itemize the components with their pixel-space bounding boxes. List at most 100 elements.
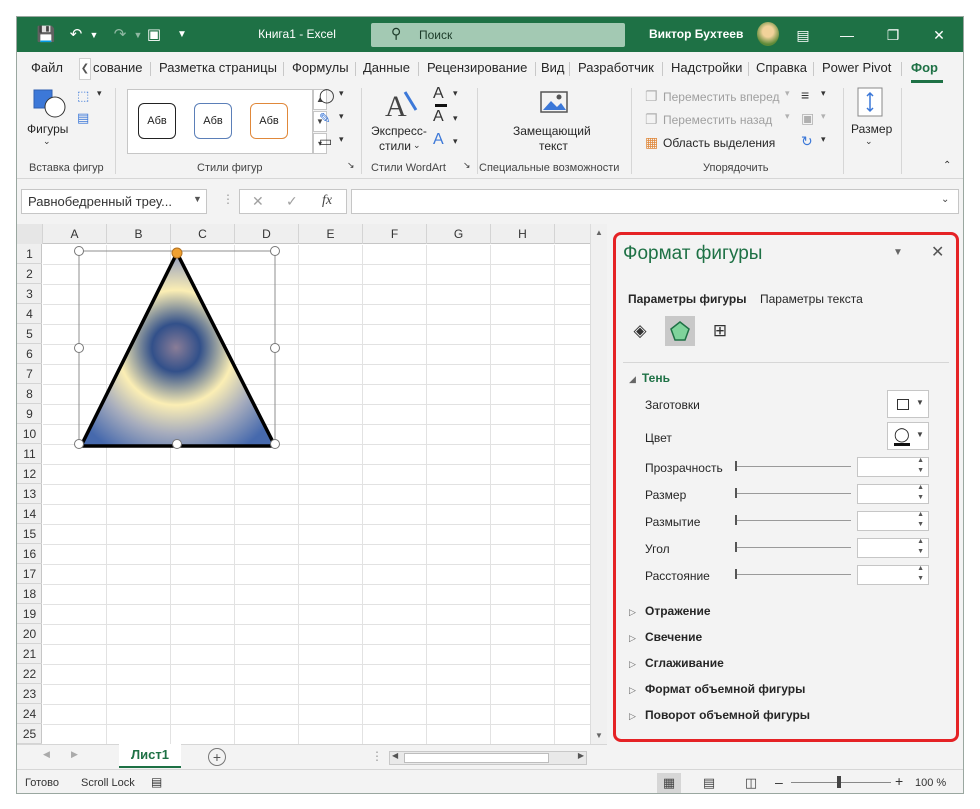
pane-options-icon[interactable]: ▼ <box>893 247 903 258</box>
bring-forward-label[interactable]: Переместить вперед <box>663 90 779 104</box>
column-header-c[interactable]: C <box>171 224 235 244</box>
row-header-18[interactable]: 18 <box>17 584 42 604</box>
shadow-section-header[interactable]: ◢ Тень <box>629 371 670 385</box>
fill-line-icon[interactable]: ◈ <box>625 316 655 346</box>
angle-input[interactable]: ▲ ▼ <box>857 538 929 558</box>
normal-view-icon[interactable]: ▦ <box>657 773 681 793</box>
row-header-20[interactable]: 20 <box>17 624 42 644</box>
row-header-13[interactable]: 13 <box>17 484 42 504</box>
horizontal-scrollbar[interactable]: ◀ ▶ <box>389 751 587 765</box>
undo-dropdown-icon[interactable]: ▼ <box>83 25 105 45</box>
scroll-up-icon[interactable]: ▲ <box>595 228 603 237</box>
column-header-a[interactable]: A <box>43 224 107 244</box>
section-3d-rotation[interactable]: ▷ Поворот объемной фигуры <box>629 708 810 722</box>
tab-data[interactable]: Данные <box>363 60 410 75</box>
row-header-22[interactable]: 22 <box>17 664 42 684</box>
row-header-3[interactable]: 3 <box>17 284 42 304</box>
size-label[interactable]: Размер <box>851 122 892 136</box>
section-soft-edges[interactable]: ▷ Сглаживание <box>629 656 724 670</box>
express-styles-label-2[interactable]: стили <box>379 139 411 153</box>
chevron-down-icon[interactable]: ▾ <box>785 88 790 99</box>
shape-outline-icon[interactable]: ✎ <box>319 110 331 127</box>
row-header-1[interactable]: 1 <box>17 244 42 264</box>
camera-icon[interactable]: ▣ <box>143 25 165 45</box>
dialog-launcher-icon[interactable]: ↘ <box>463 160 471 171</box>
dialog-launcher-icon[interactable]: ↘ <box>347 160 355 171</box>
transparency-input[interactable]: ▲ ▼ <box>857 457 929 477</box>
tab-power-pivot[interactable]: Power Pivot <box>822 60 891 75</box>
chevron-down-icon[interactable]: ▾ <box>453 113 458 124</box>
save-icon[interactable]: 💾 <box>35 25 57 45</box>
chevron-down-icon[interactable]: ▾ <box>821 134 826 145</box>
text-outline-icon[interactable]: A <box>433 108 444 126</box>
row-header-24[interactable]: 24 <box>17 704 42 724</box>
pane-close-icon[interactable]: ✕ <box>931 242 944 262</box>
search-box[interactable]: ⚲ Поиск <box>371 23 625 47</box>
chevron-down-icon[interactable]: ▾ <box>785 111 790 122</box>
selection-pane-label[interactable]: Область выделения <box>663 136 775 150</box>
row-header-6[interactable]: 6 <box>17 344 42 364</box>
formula-input[interactable] <box>351 189 959 214</box>
close-icon[interactable]: ✕ <box>929 25 949 45</box>
shape-fill-icon[interactable]: ◯ <box>319 87 335 104</box>
page-break-view-icon[interactable]: ◫ <box>739 773 763 793</box>
tab-draw[interactable]: сование <box>93 60 143 75</box>
express-styles-label-1[interactable]: Экспресс- <box>371 124 427 138</box>
row-header-16[interactable]: 16 <box>17 544 42 564</box>
wordart-icon[interactable]: A <box>383 88 419 122</box>
zoom-slider-knob[interactable] <box>837 776 841 788</box>
row-header-10[interactable]: 10 <box>17 424 42 444</box>
blur-slider[interactable] <box>735 520 851 521</box>
style-sample-1[interactable]: Абв <box>138 103 176 139</box>
row-header-4[interactable]: 4 <box>17 304 42 324</box>
enter-icon[interactable]: ✓ <box>286 193 298 210</box>
alt-text-label-1[interactable]: Замещающий <box>513 124 591 138</box>
tab-view[interactable]: Вид <box>541 60 565 75</box>
next-sheet-icon[interactable]: ▶ <box>71 749 78 760</box>
insert-function-icon[interactable]: fx <box>322 193 332 209</box>
scrollbar-thumb[interactable] <box>404 753 549 763</box>
column-header-h[interactable]: H <box>491 224 555 244</box>
transparency-slider[interactable] <box>735 466 851 467</box>
size-input[interactable]: ▲ ▼ <box>857 484 929 504</box>
tab-addins[interactable]: Надстройки <box>671 60 742 75</box>
transparency-slider-knob[interactable] <box>735 461 737 471</box>
chevron-down-icon[interactable]: ⌄ <box>865 136 873 147</box>
size-slider-knob[interactable] <box>735 488 737 498</box>
column-header-e[interactable]: E <box>299 224 363 244</box>
shape-effects-icon[interactable]: ▭ <box>319 133 332 150</box>
send-backward-label[interactable]: Переместить назад <box>663 113 772 127</box>
worksheet-grid[interactable]: ABCDEFGH 1 2 3 4 5 6 7 8 9 10 11 12 13 14 15 16 17 18 19 20… <box>17 224 607 744</box>
bring-forward-icon[interactable]: ❐ <box>645 88 658 105</box>
size-icon[interactable] <box>857 87 883 117</box>
name-box-dropdown-icon[interactable]: ▼ <box>193 194 202 204</box>
chevron-down-icon[interactable]: ▾ <box>821 111 826 122</box>
tab-review[interactable]: Рецензирование <box>427 60 527 75</box>
blur-slider-knob[interactable] <box>735 515 737 525</box>
page-layout-view-icon[interactable]: ▤ <box>697 773 721 793</box>
zoom-slider[interactable] <box>791 782 891 783</box>
chevron-down-icon[interactable]: ▾ <box>97 88 102 99</box>
customize-toolbar-icon[interactable]: ▼ <box>171 25 193 45</box>
collapse-ribbon-icon[interactable]: ⌃ <box>943 160 951 171</box>
expand-formula-icon[interactable]: ⌄ <box>941 194 949 205</box>
row-header-2[interactable]: 2 <box>17 264 42 284</box>
tab-developer[interactable]: Разработчик <box>578 60 654 75</box>
distance-slider-knob[interactable] <box>735 569 737 579</box>
section-reflection[interactable]: ▷ Отражение <box>629 604 711 618</box>
row-header-7[interactable]: 7 <box>17 364 42 384</box>
align-icon[interactable]: ≡ <box>801 87 809 103</box>
section-3d-format[interactable]: ▷ Формат объемной фигуры <box>629 682 805 696</box>
style-sample-3[interactable]: Абв <box>250 103 288 139</box>
chevron-down-icon[interactable]: ⌄ <box>413 140 421 151</box>
row-header-8[interactable]: 8 <box>17 384 42 404</box>
chevron-down-icon[interactable]: ⌄ <box>43 136 51 147</box>
tab-help[interactable]: Справка <box>756 60 807 75</box>
angle-slider-knob[interactable] <box>735 542 737 552</box>
chevron-down-icon[interactable]: ▾ <box>821 88 826 99</box>
column-header-b[interactable]: B <box>107 224 171 244</box>
blur-input[interactable]: ▲ ▼ <box>857 511 929 531</box>
chevron-down-icon[interactable]: ▾ <box>453 136 458 147</box>
sheet-tab-list1[interactable]: Лист1 <box>119 744 181 768</box>
shadow-color-picker[interactable]: ◯ ▼ <box>887 422 929 450</box>
